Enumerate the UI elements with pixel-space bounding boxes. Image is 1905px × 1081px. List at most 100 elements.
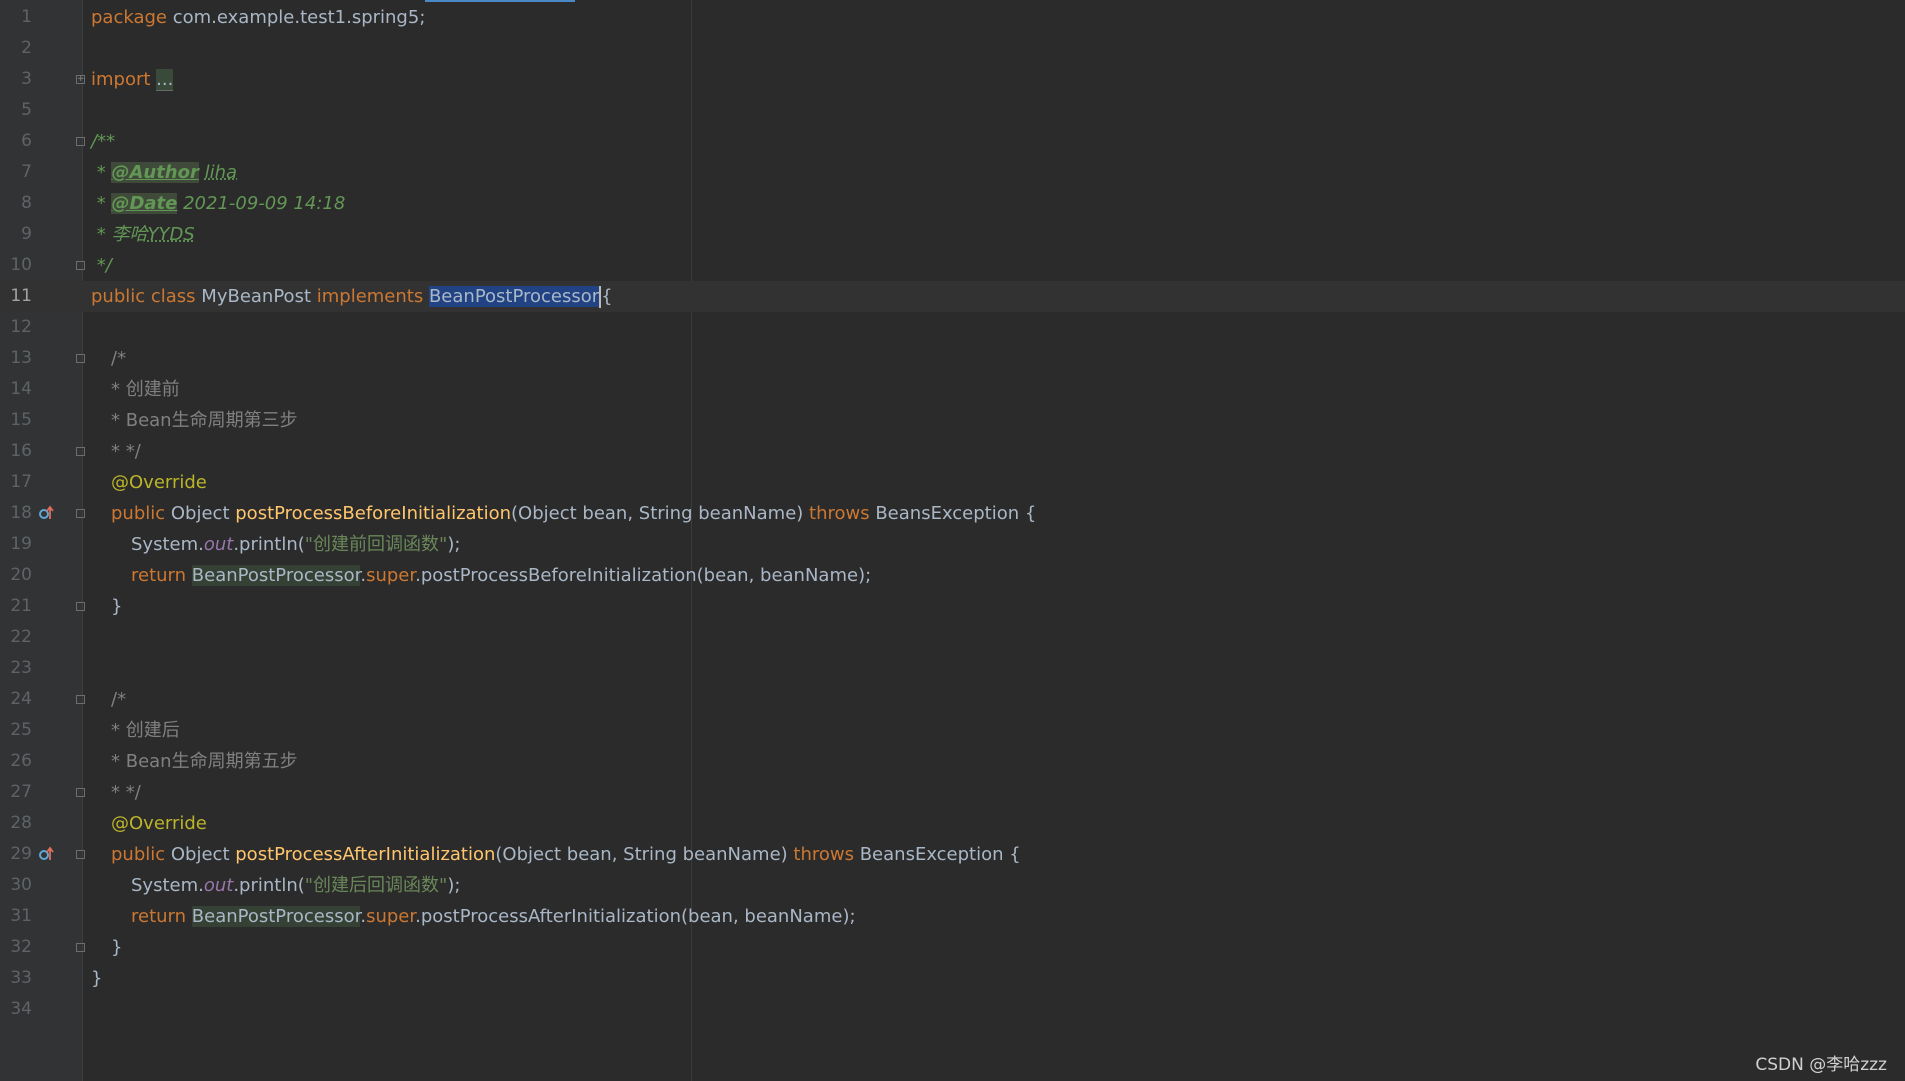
code-lines[interactable]: 1 package com.example.test1.spring5; 2 3 + im… [0, 2, 1905, 1025]
token-docval: YYDS [147, 224, 195, 245]
token-cls: } [111, 596, 123, 617]
code-line[interactable]: 25 * 创建后 [0, 715, 1905, 746]
code-text[interactable]: * 创建后 [91, 715, 180, 746]
code-line[interactable]: 14 * 创建前 [0, 374, 1905, 405]
token-kw: implements [316, 286, 429, 307]
code-text[interactable]: } [91, 591, 122, 622]
code-text[interactable]: @Override [91, 467, 207, 498]
token-docval: liha [204, 162, 238, 183]
code-text[interactable]: public class MyBeanPost implements BeanP… [91, 281, 613, 312]
code-line[interactable]: 3 + import ... [0, 64, 1905, 95]
code-line[interactable]: 1 package com.example.test1.spring5; [0, 2, 1905, 33]
line-number: 32 [10, 937, 32, 957]
collapse-fold-icon[interactable] [76, 850, 85, 859]
expand-fold-icon[interactable]: + [76, 75, 85, 84]
code-text[interactable]: * 李哈YYDS [91, 219, 195, 250]
code-line[interactable]: 34 [0, 994, 1905, 1025]
override-method-icon[interactable] [38, 846, 54, 862]
code-line[interactable]: 5 [0, 95, 1905, 126]
code-line[interactable]: 17 @Override [0, 467, 1905, 498]
code-line[interactable]: 20 return BeanPostProcessor.super.postPro… [0, 560, 1905, 591]
code-line[interactable]: 22 [0, 622, 1905, 653]
line-number: 24 [10, 689, 32, 709]
collapse-fold-icon[interactable] [76, 447, 85, 456]
code-line[interactable]: 15 * Bean生命周期第三步 [0, 405, 1905, 436]
code-text[interactable]: import ... [91, 64, 174, 95]
code-line[interactable]: 28 @Override [0, 808, 1905, 839]
code-line[interactable]: 18 public Object postProcessBeforeInitial… [0, 498, 1905, 529]
token-cls: Object [170, 503, 236, 524]
code-line[interactable]: 10 */ [0, 250, 1905, 281]
code-text[interactable]: /* [91, 343, 126, 374]
code-line[interactable]: 13 /* [0, 343, 1905, 374]
line-number: 11 [10, 286, 32, 306]
code-text[interactable]: /* [91, 684, 126, 715]
collapse-fold-icon[interactable] [76, 509, 85, 518]
collapse-fold-icon[interactable] [76, 788, 85, 797]
token-cls: BeansException { [875, 503, 1037, 524]
code-text[interactable]: } [91, 932, 122, 963]
collapse-fold-icon[interactable] [76, 261, 85, 270]
code-line[interactable]: 33} [0, 963, 1905, 994]
token-comment: * Bean生命周期第三步 [111, 410, 298, 431]
collapse-fold-icon[interactable] [76, 137, 85, 146]
token-cls: com.example.test1.spring5; [172, 7, 426, 28]
code-line[interactable]: 11 public class MyBeanPost implements Bea… [0, 281, 1905, 312]
code-text[interactable]: public Object postProcessAfterInitializa… [91, 839, 1021, 870]
code-text[interactable]: } [91, 963, 102, 994]
code-line[interactable]: 23 [0, 653, 1905, 684]
code-line[interactable]: 7 * @Author liha [0, 157, 1905, 188]
token-cls: ); [447, 534, 461, 555]
code-text[interactable]: return BeanPostProcessor.super.postProce… [91, 560, 871, 591]
line-number: 22 [10, 627, 32, 647]
override-method-icon[interactable] [38, 505, 54, 521]
line-number: 8 [21, 193, 32, 213]
code-line[interactable]: 29 public Object postProcessAfterInitiali… [0, 839, 1905, 870]
code-editor[interactable]: 1 package com.example.test1.spring5; 2 3 + im… [0, 0, 1905, 1081]
code-line[interactable]: 31 return BeanPostProcessor.super.postPro… [0, 901, 1905, 932]
code-text[interactable]: */ [91, 250, 112, 281]
token-sel: BeanPostProcessor [428, 286, 600, 307]
token-cls: .postProcessAfterInitialization(bean, be… [415, 906, 856, 927]
code-text[interactable]: System.out.println("创建后回调函数"); [91, 870, 460, 901]
code-line[interactable]: 6 /** [0, 126, 1905, 157]
code-line[interactable]: 21} [0, 591, 1905, 622]
code-text[interactable]: System.out.println("创建前回调函数"); [91, 529, 460, 560]
token-kw: public [111, 844, 171, 865]
code-line[interactable]: 9 * 李哈YYDS [0, 219, 1905, 250]
code-text[interactable]: return BeanPostProcessor.super.postProce… [91, 901, 856, 932]
code-line[interactable]: 12 [0, 312, 1905, 343]
collapse-fold-icon[interactable] [76, 695, 85, 704]
line-number: 19 [10, 534, 32, 554]
token-kw: throws [793, 844, 860, 865]
code-text[interactable]: * Bean生命周期第五步 [91, 746, 298, 777]
code-text[interactable]: * Bean生命周期第三步 [91, 405, 298, 436]
collapse-fold-icon[interactable] [76, 943, 85, 952]
collapse-fold-icon[interactable] [76, 602, 85, 611]
token-cls: System. [131, 534, 204, 555]
token-kw: return [131, 906, 192, 927]
code-text[interactable]: /** [91, 126, 115, 157]
line-number: 10 [10, 255, 32, 275]
code-text[interactable]: * @Date 2021-09-09 14:18 [91, 188, 345, 219]
code-text[interactable]: * */ [91, 436, 141, 467]
token-doc: * 李哈 [91, 224, 148, 245]
code-line[interactable]: 32} [0, 932, 1905, 963]
collapse-fold-icon[interactable] [76, 354, 85, 363]
code-line[interactable]: 16 * */ [0, 436, 1905, 467]
code-text[interactable]: * @Author liha [91, 157, 237, 188]
code-text[interactable]: public Object postProcessBeforeInitializ… [91, 498, 1036, 529]
code-text[interactable]: @Override [91, 808, 207, 839]
code-line[interactable]: 19 System.out.println("创建前回调函数"); [0, 529, 1905, 560]
code-line[interactable]: 24 /* [0, 684, 1905, 715]
code-text[interactable]: * 创建前 [91, 374, 180, 405]
code-text[interactable]: package com.example.test1.spring5; [91, 2, 425, 33]
code-line[interactable]: 30 System.out.println("创建后回调函数"); [0, 870, 1905, 901]
token-kw: public class [91, 286, 202, 307]
code-text[interactable]: * */ [91, 777, 141, 808]
code-line[interactable]: 26 * Bean生命周期第五步 [0, 746, 1905, 777]
code-line[interactable]: 2 [0, 33, 1905, 64]
code-line[interactable]: 27 * */ [0, 777, 1905, 808]
token-ann: @Override [111, 472, 207, 493]
code-line[interactable]: 8 * @Date 2021-09-09 14:18 [0, 188, 1905, 219]
